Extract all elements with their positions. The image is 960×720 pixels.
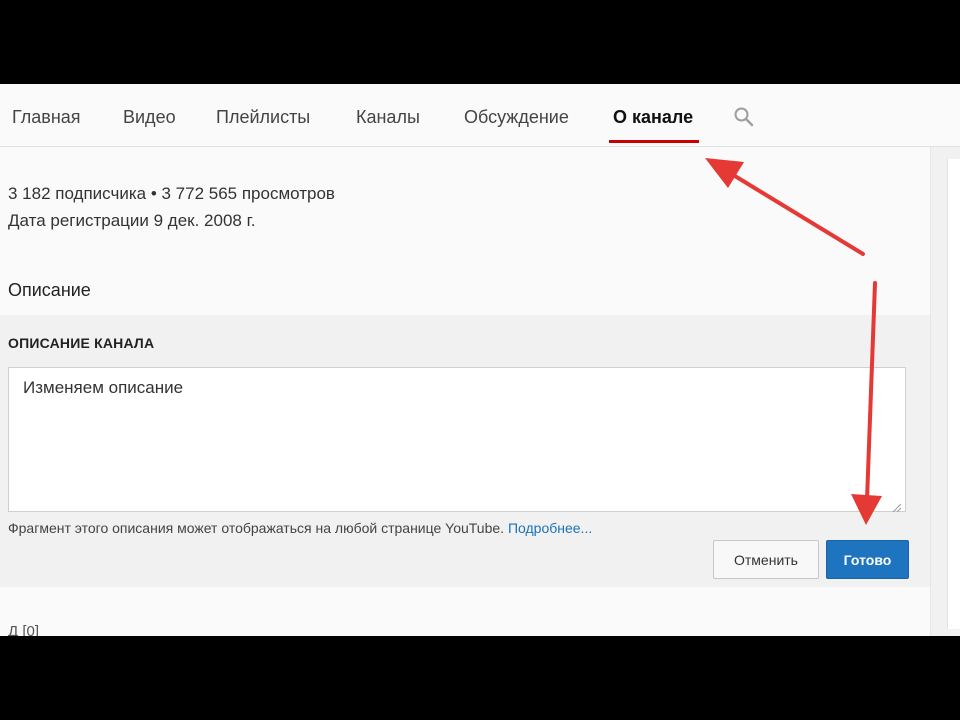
- next-section-fragment: Д [0]: [8, 623, 40, 636]
- active-tab-indicator: [609, 140, 699, 143]
- tab-home[interactable]: Главная: [12, 107, 81, 128]
- search-icon[interactable]: [733, 106, 755, 128]
- done-button[interactable]: Готово: [826, 540, 909, 579]
- channel-tab-bar: Главная Видео Плейлисты Каналы Обсуждени…: [0, 84, 960, 147]
- description-hint: Фрагмент этого описания может отображать…: [8, 520, 592, 536]
- scrollbar-track[interactable]: [947, 159, 960, 629]
- resize-handle-icon[interactable]: [892, 498, 902, 513]
- learn-more-link[interactable]: Подробнее...: [508, 520, 592, 536]
- tab-playlists[interactable]: Плейлисты: [216, 107, 310, 128]
- browser-viewport: Главная Видео Плейлисты Каналы Обсуждени…: [0, 84, 960, 636]
- description-textarea[interactable]: Изменяем описание: [8, 367, 906, 513]
- registration-date: Дата регистрации 9 дек. 2008 г.: [8, 211, 256, 230]
- tab-channels[interactable]: Каналы: [356, 107, 420, 128]
- channel-description-label: ОПИСАНИЕ КАНАЛА: [8, 335, 155, 351]
- tab-discussion[interactable]: Обсуждение: [464, 107, 569, 128]
- tab-about[interactable]: О канале: [613, 107, 693, 128]
- description-heading: Описание: [8, 280, 91, 300]
- channel-stats: 3 182 подписчика • 3 772 565 просмотров: [8, 184, 335, 203]
- tab-videos[interactable]: Видео: [123, 107, 176, 128]
- description-text: Изменяем описание: [23, 378, 184, 397]
- hint-text: Фрагмент этого описания может отображать…: [8, 520, 505, 536]
- about-panel: 3 182 подписчика • 3 772 565 просмотров …: [0, 147, 930, 636]
- description-editor: ОПИСАНИЕ КАНАЛА Изменяем описание Фрагме…: [0, 315, 930, 587]
- scrollbar[interactable]: [930, 147, 960, 636]
- cancel-button[interactable]: Отменить: [713, 540, 819, 579]
